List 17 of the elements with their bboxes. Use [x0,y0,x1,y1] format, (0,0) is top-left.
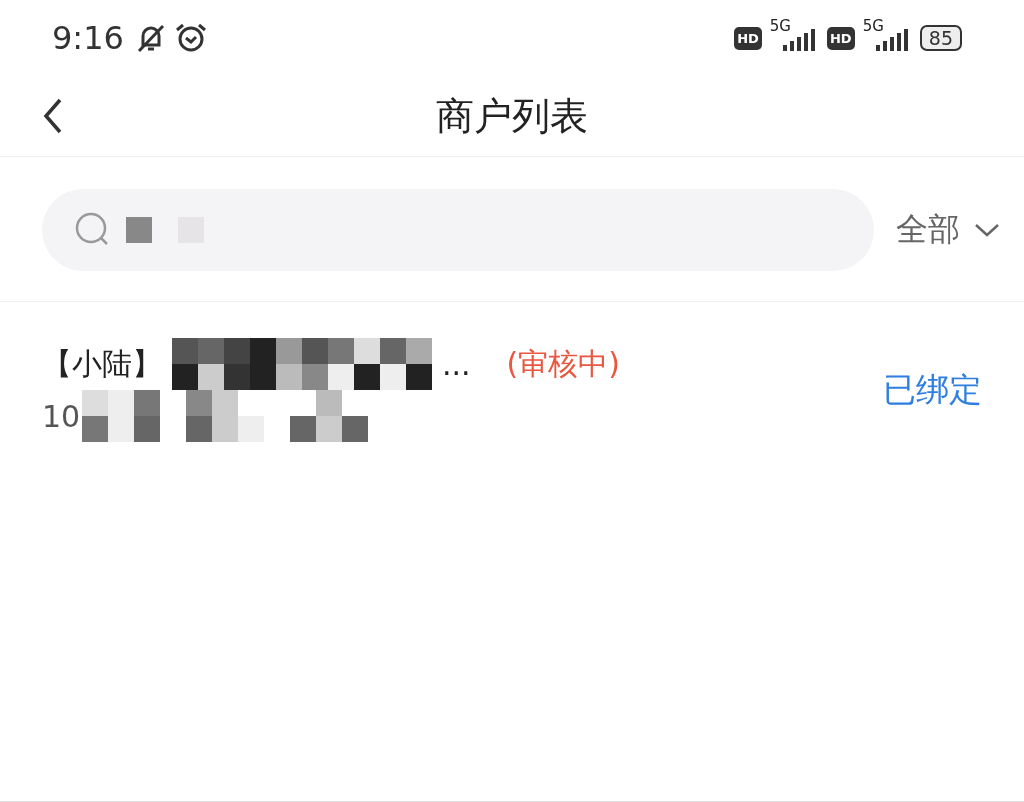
review-status: (审核中) [506,344,621,383]
back-button[interactable] [42,97,64,135]
hd-badge: HD [734,26,762,50]
merchant-number: 10 [42,398,81,434]
binding-status: 已绑定 [883,368,982,411]
page-title: 商户列表 [436,92,588,140]
network-label: 5G [862,17,884,35]
chevron-down-icon [974,222,1000,238]
network-label: 5G [769,17,791,35]
back-icon [42,97,64,135]
filter-dropdown[interactable]: 全部 [896,208,1000,252]
hd-badge: HD [826,26,855,50]
battery-indicator: 85 [919,25,962,51]
clock-time: 9:16 [52,19,124,57]
merchant-tag: 【小陆】 [42,343,162,385]
merchant-name: ... [442,346,471,382]
merchant-item[interactable]: 【小陆】 ... (审核中) 10 已绑定 [0,302,1024,442]
